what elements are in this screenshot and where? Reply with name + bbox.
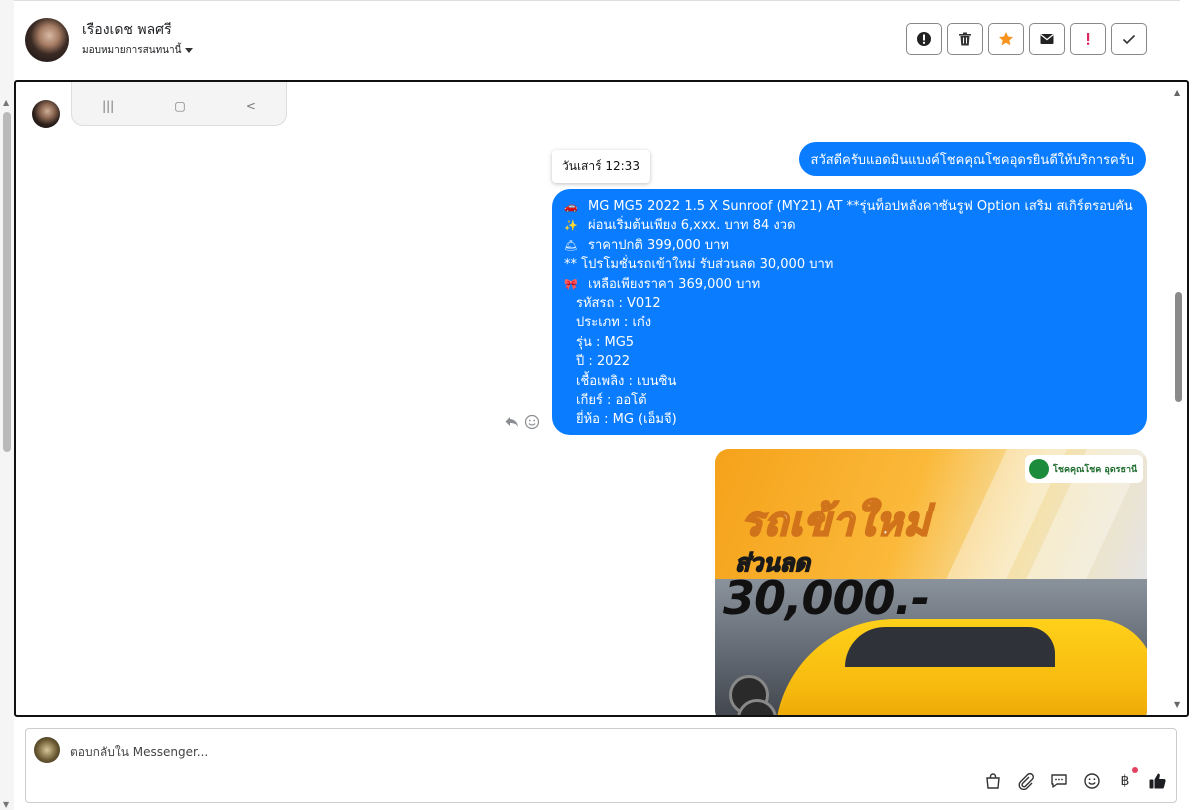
contact-avatar[interactable] (25, 18, 69, 62)
thread-scrollbar-thumb[interactable] (1175, 292, 1182, 402)
reply-input[interactable]: ตอบกลับใน Messenger... (70, 743, 208, 762)
message-line-text: ปี : 2022 (576, 354, 630, 370)
message-line: 🚗 MG MG5 2022 1.5 X Sunroof (MY21) AT **ร… (564, 197, 1137, 216)
promo-image-attachment[interactable]: โชคคุณโชค อุดรธานี รถเข้าใหม่ ส่วนลด 30,… (715, 449, 1147, 715)
exclamation-icon (1087, 33, 1090, 45)
thread-scrollbar[interactable]: ▲ ▼ (1173, 86, 1185, 711)
message-line-text: ผ่อนเริ่มต้นเพียง 6,xxx. บาท 84 งวด (588, 218, 796, 234)
conversation-header: เรืองเดช พลศรี มอบหมายการสนทนานี้ (14, 0, 1180, 81)
assign-conversation-dropdown[interactable]: มอบหมายการสนทนานี้ (82, 43, 194, 58)
message-thread[interactable]: ||| ▢ < วันเสาร์ 12:33 สวัสดีครับแอดมินแ… (14, 80, 1189, 717)
message-line-text: ** โปรโมชั่นรถเข้าใหม่ รับส่วนลด 30,000 … (564, 257, 834, 273)
shop-button[interactable] (983, 771, 1003, 791)
message-line-text: เกียร์ : ออโต้ (576, 393, 647, 409)
emoji-icon: 🚗 (564, 200, 578, 213)
message-line: ** โปรโมชั่นรถเข้าใหม่ รับส่วนลด 30,000 … (564, 255, 1137, 274)
emoji-button[interactable] (1082, 771, 1102, 791)
scroll-up-arrow-icon[interactable]: ▲ (3, 98, 9, 107)
message-line-text: MG MG5 2022 1.5 X Sunroof (MY21) AT **รุ… (588, 199, 1133, 214)
thread-scroll-down-icon[interactable]: ▼ (1174, 700, 1180, 709)
alert-circle-icon (917, 32, 931, 46)
message-line-text: ยี่ห้อ : MG (เอ็มจี) (576, 412, 677, 428)
message-line: รุ่น : MG5 (564, 333, 1137, 352)
star-icon (999, 32, 1013, 46)
assign-label: มอบหมายการสนทนานี้ (82, 45, 182, 56)
message-line-text: เหลือเพียงราคา 369,000 บาท (588, 276, 761, 292)
follow-up-button[interactable] (1070, 23, 1106, 55)
emoji-icon: 🎀 (564, 277, 578, 291)
message-line-text: เชื้อเพลิง : เบนซิน (576, 373, 677, 389)
message-line-text: ประเภท : เก๋ง (576, 315, 652, 331)
previous-image-attachment[interactable]: ||| ▢ < (71, 82, 287, 126)
chat-bubble-icon (1051, 774, 1067, 788)
mark-spam-button[interactable] (906, 23, 942, 55)
page-avatar (34, 737, 60, 763)
message-line-text: รุ่น : MG5 (576, 334, 635, 350)
reply-icon[interactable] (504, 414, 520, 430)
message-actions (504, 414, 540, 430)
trash-icon (959, 32, 971, 46)
saved-replies-button[interactable] (1049, 771, 1069, 791)
mark-done-button[interactable] (1111, 23, 1147, 55)
message-line: 🛎 ราคาปกติ 399,000 บาท (564, 236, 1137, 255)
scroll-down-arrow-icon[interactable]: ▼ (3, 800, 9, 809)
dealer-logo: โชคคุณโชค อุดรธานี (1025, 455, 1143, 483)
message-text: สวัสดีครับแอดมินแบงค์โชคคุณโชคอุดรยินดีใ… (810, 152, 1134, 168)
page-scrollbar[interactable]: ▲ ▼ (0, 0, 14, 810)
attach-button[interactable] (1016, 771, 1036, 791)
message-line: ✨ ผ่อนเริ่มต้นเพียง 6,xxx. บาท 84 งวด (564, 216, 1137, 235)
contact-name[interactable]: เรืองเดช พลศรี (82, 19, 172, 41)
message-line: รหัสรถ : V012 (564, 294, 1137, 313)
phone-nav-bar: ||| ▢ < (72, 99, 286, 113)
back-icon: < (245, 99, 256, 113)
thread-scroll-up-icon[interactable]: ▲ (1174, 88, 1180, 97)
smiley-icon (1084, 773, 1100, 789)
home-icon: ▢ (174, 99, 186, 113)
message-line: ยี่ห้อ : MG (เอ็มจี) (564, 410, 1137, 429)
shopping-bag-icon (986, 773, 1000, 789)
conversation-actions (906, 23, 1147, 55)
dealer-logo-mark (1029, 459, 1049, 479)
message-line: 🎀 เหลือเพียงราคา 369,000 บาท (564, 275, 1137, 294)
mark-unread-button[interactable] (1029, 23, 1065, 55)
caret-down-icon (185, 47, 194, 53)
car-details-message-bubble[interactable]: 🚗 MG MG5 2022 1.5 X Sunroof (MY21) AT **ร… (552, 189, 1147, 435)
dealer-logo-text: โชคคุณโชค อุดรธานี (1053, 465, 1138, 475)
composer-tools: ฿ (983, 767, 1168, 791)
envelope-icon (1040, 34, 1054, 44)
message-line: ปี : 2022 (564, 352, 1137, 371)
recent-apps-icon: ||| (102, 99, 115, 113)
promo-amount: 30,000.- (723, 571, 930, 625)
star-button[interactable] (988, 23, 1024, 55)
delete-button[interactable] (947, 23, 983, 55)
baht-icon: ฿ (1120, 773, 1130, 789)
page-scrollbar-thumb[interactable] (3, 112, 11, 452)
message-line-text: รหัสรถ : V012 (576, 296, 661, 312)
message-line: เชื้อเพลิง : เบนซิน (564, 372, 1137, 391)
message-bubble[interactable]: สวัสดีครับแอดมินแบงค์โชคคุณโชคอุดรยินดีใ… (798, 142, 1146, 176)
timestamp-tooltip: วันเสาร์ 12:33 (552, 150, 650, 183)
notification-dot (1132, 767, 1138, 773)
car-windshield (845, 627, 1055, 667)
message-line: ประเภท : เก๋ง (564, 313, 1137, 332)
react-smiley-icon[interactable] (524, 414, 540, 430)
check-icon (1122, 34, 1136, 45)
paperclip-icon (1018, 772, 1034, 790)
message-line-text: ราคาปกติ 399,000 บาท (588, 237, 729, 253)
emoji-icon: ✨ (564, 219, 578, 233)
thumbs-up-icon (1149, 773, 1166, 789)
peer-avatar[interactable] (32, 100, 60, 128)
emoji-icon: 🛎 (564, 238, 578, 252)
like-button[interactable] (1148, 771, 1168, 791)
payment-button[interactable]: ฿ (1115, 767, 1138, 791)
message-line: เกียร์ : ออโต้ (564, 391, 1137, 410)
reply-composer: ตอบกลับใน Messenger... ฿ (25, 728, 1177, 803)
